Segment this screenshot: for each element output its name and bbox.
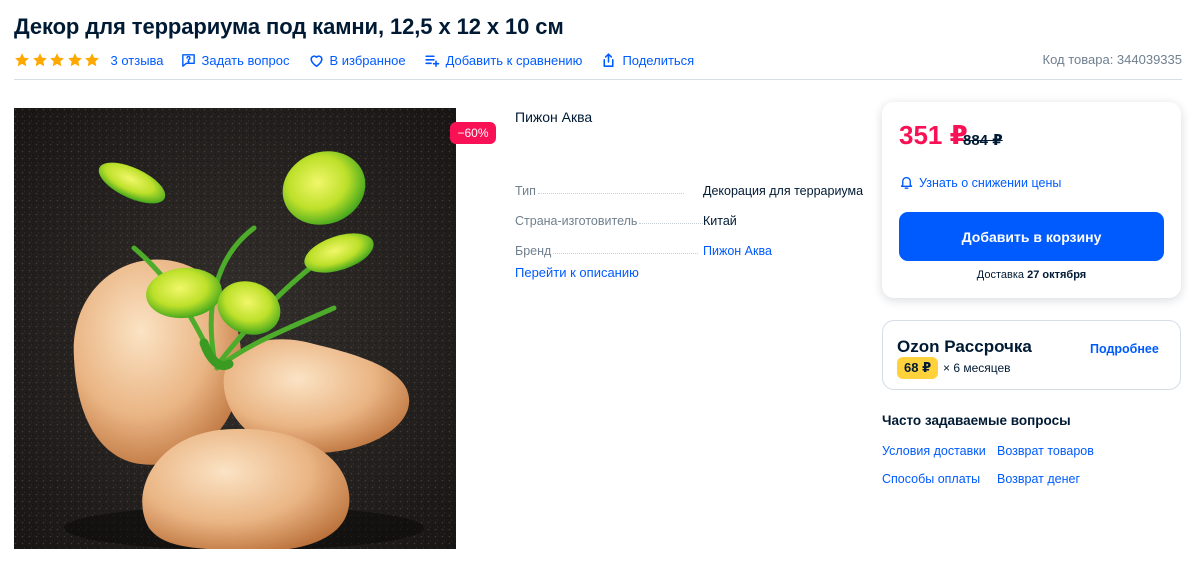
- reviews-link[interactable]: 3 отзыва: [111, 53, 164, 68]
- installment-title: Ozon Рассрочка: [897, 337, 1032, 356]
- notify-label: Узнать о снижении цены: [919, 175, 1062, 190]
- spec-key: Тип: [515, 184, 536, 198]
- product-photo[interactable]: [14, 108, 456, 549]
- faq-link-payment-methods[interactable]: Способы оплаты: [882, 472, 980, 486]
- question-bubble-icon: [181, 53, 195, 67]
- faq-link-delivery-terms[interactable]: Условия доставки: [882, 444, 986, 458]
- specs-list: Тип Декорация для террариума Страна-изго…: [515, 168, 864, 258]
- ask-question-label: Задать вопрос: [201, 52, 290, 68]
- faq-title: Часто задаваемые вопросы: [882, 413, 1071, 428]
- delivery-info: Доставка 27 октября: [882, 269, 1181, 281]
- bell-icon: [900, 176, 913, 189]
- spec-dots: [537, 193, 684, 194]
- compare-label: Добавить к сравнению: [445, 52, 583, 68]
- spec-value: Декорация для террариума: [703, 184, 864, 198]
- star-icon: [67, 53, 82, 67]
- share-label: Поделиться: [622, 52, 695, 68]
- installment-term: × 6 месяцев: [943, 361, 1011, 375]
- price-drop-notify-link[interactable]: Узнать о снижении цены: [899, 175, 1061, 190]
- discount-badge: −60%: [450, 122, 496, 144]
- terrarium-stone-image: [14, 108, 456, 549]
- add-to-favorites-button[interactable]: В избранное: [308, 52, 406, 69]
- delivery-label: Доставка: [976, 269, 1028, 281]
- spec-key: Бренд: [515, 244, 552, 258]
- brand-name[interactable]: Пижон Аква: [515, 109, 592, 125]
- share-button[interactable]: Поделиться: [600, 52, 694, 69]
- star-icon: [15, 53, 29, 67]
- faq-link-returns[interactable]: Возврат товаров: [997, 444, 1094, 458]
- favorites-label: В избранное: [329, 52, 406, 68]
- spec-dots: [553, 253, 699, 254]
- spec-dots: [639, 223, 706, 224]
- add-to-cart-button[interactable]: Добавить в корзину: [899, 212, 1164, 261]
- go-to-description-link[interactable]: Перейти к описанию: [515, 265, 639, 280]
- star-icon: [50, 53, 64, 67]
- faq-link-refunds[interactable]: Возврат денег: [997, 472, 1080, 486]
- heart-icon: [309, 54, 323, 67]
- product-title: Декор для террариума под камни, 12,5 х 1…: [14, 14, 564, 39]
- current-price: 351 ₽: [899, 120, 968, 150]
- product-actions-bar: 3 отзыва Задать вопрос В избранное Добав…: [14, 50, 712, 70]
- spec-row-country: Страна-изготовитель Китай: [515, 198, 860, 228]
- add-to-compare-button[interactable]: Добавить к сравнению: [424, 52, 583, 69]
- share-icon: [603, 52, 614, 67]
- product-sku: Код товара: 344039335: [1042, 52, 1183, 67]
- installment-more-link[interactable]: Подробнее: [1090, 342, 1159, 356]
- star-icon: [32, 53, 47, 67]
- ask-question-button[interactable]: Задать вопрос: [180, 52, 290, 69]
- header-divider: [14, 79, 1182, 80]
- spec-row-brand: Бренд Пижон Аква: [515, 228, 860, 258]
- spec-row-type: Тип Декорация для террариума: [515, 168, 864, 198]
- old-price: 884 ₽: [963, 132, 1003, 149]
- rating-stars[interactable]: [14, 52, 102, 68]
- star-icon: [85, 53, 99, 67]
- spec-key: Страна-изготовитель: [515, 214, 638, 228]
- installment-monthly-price: 68 ₽: [897, 357, 939, 379]
- delivery-date: 27 октября: [1027, 269, 1087, 281]
- spec-value-brand-link[interactable]: Пижон Аква: [703, 244, 772, 258]
- installment-card[interactable]: Ozon Рассрочка Подробнее 68 ₽ × 6 месяце…: [882, 320, 1181, 390]
- compare-list-icon: [424, 54, 439, 67]
- price-card: 351 ₽ 884 ₽ Узнать о снижении цены Добав…: [882, 102, 1181, 298]
- spec-value: Китай: [703, 214, 737, 228]
